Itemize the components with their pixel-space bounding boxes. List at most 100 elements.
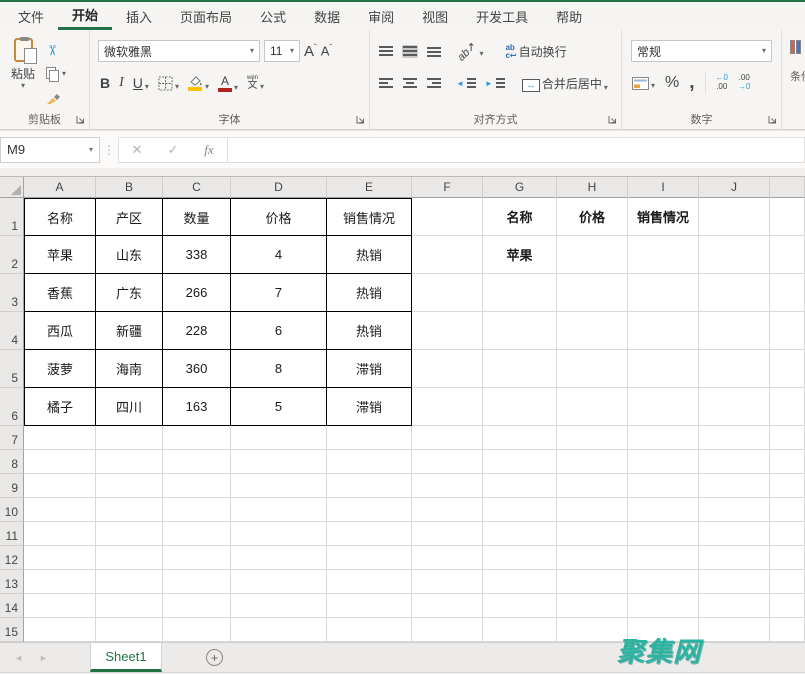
increase-indent-button[interactable]: ► [485,77,506,90]
cell-C11[interactable] [163,522,231,546]
tab-review[interactable]: 审阅 [354,2,408,30]
tab-home[interactable]: 开始 [58,2,112,30]
row-header-14[interactable]: 14 [0,594,24,618]
cell-G2[interactable]: 苹果 [483,236,557,274]
cell-B1[interactable]: 产区 [96,198,163,236]
cell-F2[interactable] [412,236,483,274]
column-header-A[interactable]: A [24,177,96,198]
cell-B14[interactable] [96,594,163,618]
grow-font-button[interactable]: Aˆ [304,43,317,60]
row-header-9[interactable]: 9 [0,474,24,498]
bottom-align-button[interactable] [426,45,442,58]
cell-K11[interactable] [770,522,805,546]
cell-J2[interactable] [699,236,770,274]
row-header-10[interactable]: 10 [0,498,24,522]
paste-button[interactable]: 粘贴 ▾ [0,38,46,109]
merge-center-button[interactable]: ↔ 合并后居中 ▾ [522,75,608,92]
cell-B2[interactable]: 山东 [96,236,163,274]
cell-A1[interactable]: 名称 [24,198,96,236]
font-size-select[interactable]: 11 ▾ [264,40,300,62]
cell-G15[interactable] [483,618,557,642]
cell-F4[interactable] [412,312,483,350]
cell-B6[interactable]: 四川 [96,388,163,426]
cell-C9[interactable] [163,474,231,498]
cell-G9[interactable] [483,474,557,498]
cell-K1[interactable] [770,198,805,236]
cell-K3[interactable] [770,274,805,312]
prev-sheet-button[interactable]: ◄ [14,653,23,663]
cancel-button[interactable]: ✕ [119,142,155,158]
cell-A5[interactable]: 菠萝 [24,350,96,388]
font-name-select[interactable]: 微软雅黑 ▾ [98,40,260,62]
cell-D6[interactable]: 5 [231,388,327,426]
select-all-corner[interactable] [0,177,24,198]
alignment-dialog-launcher[interactable] [607,114,618,125]
cell-J6[interactable] [699,388,770,426]
cell-J4[interactable] [699,312,770,350]
bold-button[interactable]: B [100,75,110,91]
cell-I11[interactable] [628,522,699,546]
cell-A3[interactable]: 香蕉 [24,274,96,312]
cell-D13[interactable] [231,570,327,594]
cell-A14[interactable] [24,594,96,618]
tab-developer[interactable]: 开发工具 [462,2,542,30]
fill-color-button[interactable]: ▾ [188,75,209,91]
cell-F8[interactable] [412,450,483,474]
cell-K2[interactable] [770,236,805,274]
cell-K10[interactable] [770,498,805,522]
cell-D1[interactable]: 价格 [231,198,327,236]
cell-G1[interactable]: 名称 [483,198,557,236]
cell-K13[interactable] [770,570,805,594]
cell-E5[interactable]: 滞销 [327,350,412,388]
cell-E12[interactable] [327,546,412,570]
tab-file[interactable]: 文件 [4,2,58,30]
cell-E7[interactable] [327,426,412,450]
column-header-I[interactable]: I [628,177,699,198]
cell-H2[interactable] [557,236,628,274]
cell-D12[interactable] [231,546,327,570]
cell-J9[interactable] [699,474,770,498]
row-header-8[interactable]: 8 [0,450,24,474]
cell-B7[interactable] [96,426,163,450]
cell-F12[interactable] [412,546,483,570]
cell-J5[interactable] [699,350,770,388]
cell-I4[interactable] [628,312,699,350]
cell-H14[interactable] [557,594,628,618]
cell-G6[interactable] [483,388,557,426]
tab-formulas[interactable]: 公式 [246,2,300,30]
cell-F1[interactable] [412,198,483,236]
comma-style-button[interactable]: , [689,77,694,88]
cell-I8[interactable] [628,450,699,474]
cell-A9[interactable] [24,474,96,498]
cell-B10[interactable] [96,498,163,522]
cell-H9[interactable] [557,474,628,498]
cell-D7[interactable] [231,426,327,450]
row-header-5[interactable]: 5 [0,350,24,388]
column-header-F[interactable]: F [412,177,483,198]
cell-F3[interactable] [412,274,483,312]
cell-G4[interactable] [483,312,557,350]
cell-F10[interactable] [412,498,483,522]
cell-I10[interactable] [628,498,699,522]
cell-G10[interactable] [483,498,557,522]
cell-B13[interactable] [96,570,163,594]
formula-bar-handle[interactable]: ⋮ [100,143,118,157]
new-sheet-button[interactable]: + [206,649,223,666]
row-header-1[interactable]: 1 [0,198,24,236]
cell-D2[interactable]: 4 [231,236,327,274]
cell-H10[interactable] [557,498,628,522]
cell-H3[interactable] [557,274,628,312]
cell-B12[interactable] [96,546,163,570]
cell-C2[interactable]: 338 [163,236,231,274]
middle-align-button[interactable] [402,45,418,58]
font-color-button[interactable]: A ▾ [218,75,238,92]
cell-E15[interactable] [327,618,412,642]
decrease-indent-button[interactable]: ◄ [456,77,477,90]
column-header-B[interactable]: B [96,177,163,198]
clipboard-dialog-launcher[interactable] [75,114,86,125]
cell-F11[interactable] [412,522,483,546]
cell-A2[interactable]: 苹果 [24,236,96,274]
cell-B3[interactable]: 广东 [96,274,163,312]
number-dialog-launcher[interactable] [767,114,778,125]
tab-page-layout[interactable]: 页面布局 [166,2,246,30]
